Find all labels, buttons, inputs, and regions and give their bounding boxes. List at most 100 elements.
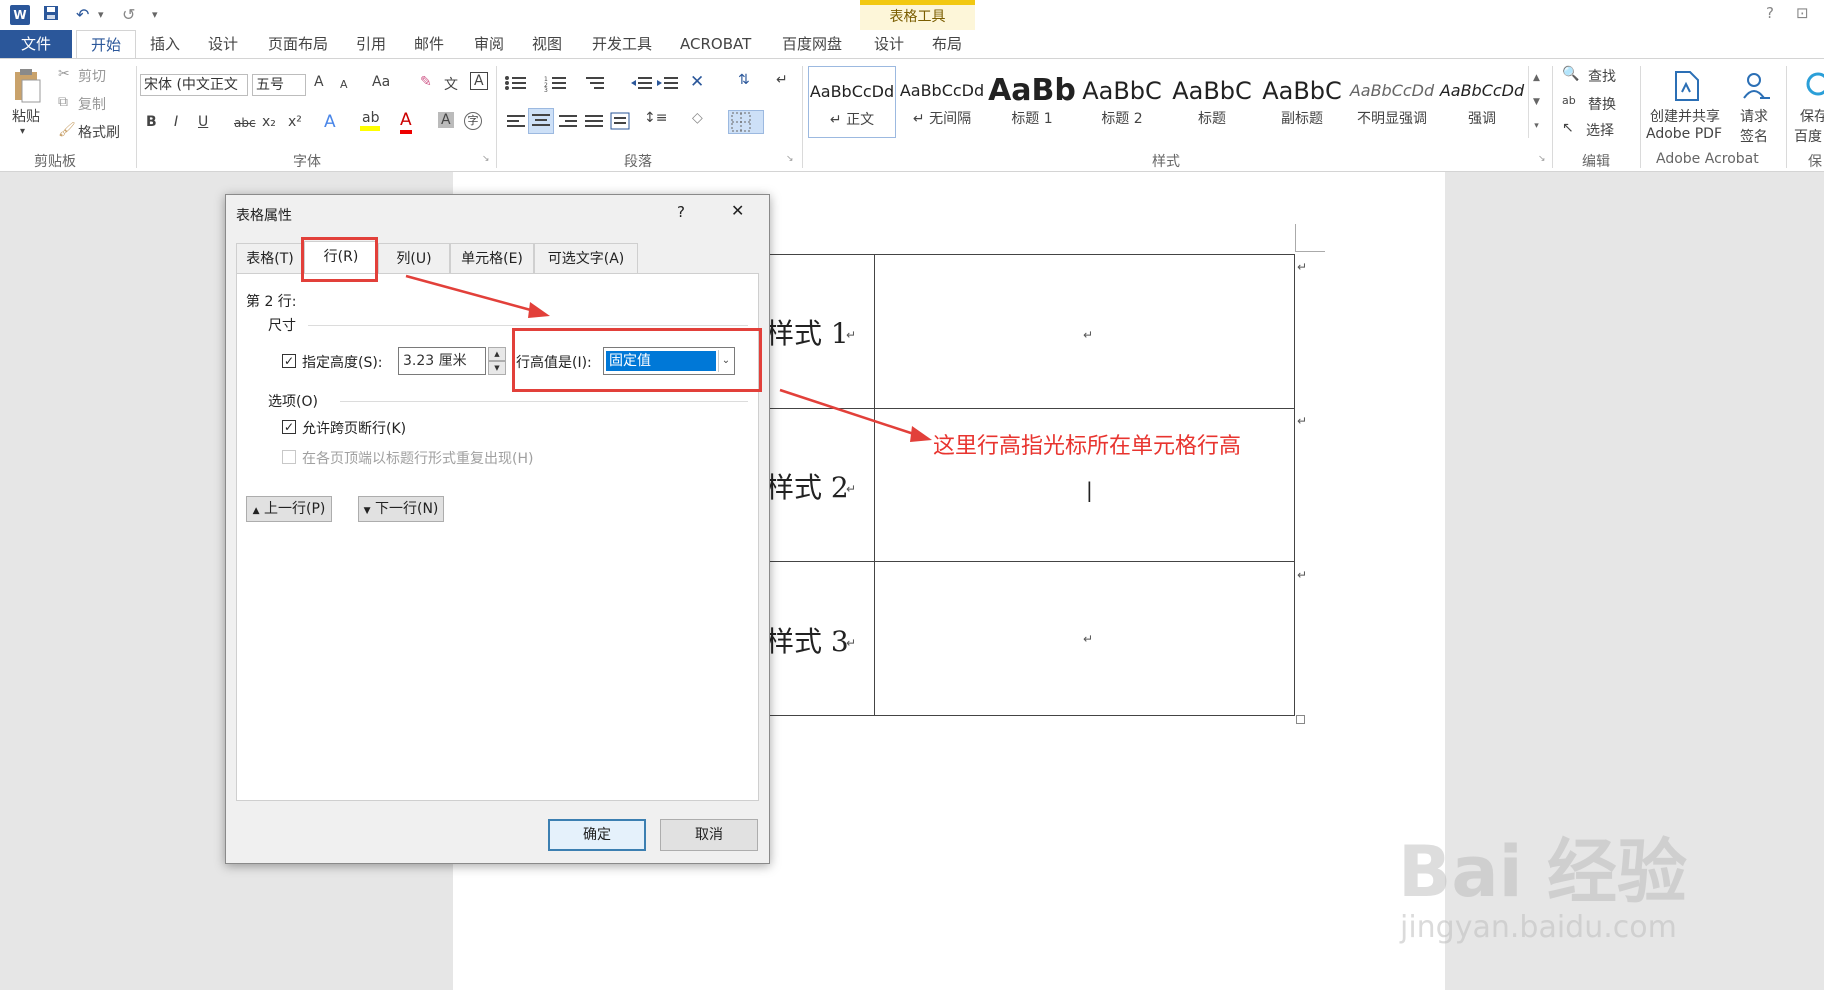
grow-font-button[interactable]: A — [314, 74, 324, 90]
tab-acrobat[interactable]: ACROBAT — [666, 30, 765, 58]
next-row-button[interactable]: ▼ 下一行(N) — [358, 496, 444, 522]
style-heading-2[interactable]: AaBbC 标题 2 — [1078, 66, 1166, 138]
tab-developer[interactable]: 开发工具 — [578, 30, 666, 58]
sort-icon[interactable]: ⇅ — [738, 72, 750, 88]
bullets-icon[interactable] — [504, 74, 528, 96]
tab-review[interactable]: 审阅 — [460, 30, 518, 58]
shrink-font-button[interactable]: A — [340, 78, 348, 91]
multilevel-list-icon[interactable] — [584, 74, 608, 96]
asian-layout-icon[interactable]: ✕ — [690, 72, 704, 92]
borders-button[interactable] — [728, 110, 764, 134]
height-spin-down[interactable]: ▼ — [488, 361, 506, 375]
font-dialog-launcher-icon[interactable]: ↘ — [482, 154, 490, 164]
height-input[interactable]: 3.23 厘米 — [398, 347, 486, 375]
increase-indent-icon[interactable] — [656, 74, 678, 96]
copy-icon[interactable]: ⧉ — [58, 94, 68, 110]
tab-column[interactable]: 列(U) — [378, 243, 450, 273]
line-spacing-icon[interactable]: ↕≡ — [644, 110, 667, 126]
format-painter-button[interactable]: 格式刷 — [78, 122, 120, 142]
baidu-label[interactable]: 百度 — [1794, 126, 1822, 146]
tab-design[interactable]: 设计 — [194, 30, 252, 58]
tab-table[interactable]: 表格(T) — [236, 243, 304, 273]
height-spin-up[interactable]: ▲ — [488, 347, 506, 361]
numbering-icon[interactable]: 123 — [544, 74, 568, 96]
request-sign-icon[interactable] — [1740, 70, 1772, 106]
show-marks-icon[interactable]: ↵ — [776, 72, 788, 88]
cut-icon[interactable]: ✂ — [58, 66, 70, 82]
ribbon-display-button[interactable]: ⊡ — [1796, 4, 1809, 22]
tab-table-design[interactable]: 设计 — [860, 30, 918, 58]
dialog-help-button[interactable]: ? — [677, 203, 685, 221]
tab-references[interactable]: 引用 — [342, 30, 400, 58]
allow-break-checkbox[interactable]: ✓ — [282, 420, 296, 434]
decrease-indent-icon[interactable] — [630, 74, 652, 96]
strikethrough-button[interactable]: abc — [234, 116, 256, 130]
tab-cell[interactable]: 单元格(E) — [450, 243, 534, 273]
italic-button[interactable]: I — [174, 114, 178, 130]
create-share-label[interactable]: 创建并共享 — [1650, 106, 1720, 126]
superscript-button[interactable]: x² — [288, 114, 302, 130]
find-button[interactable]: 查找 — [1588, 66, 1616, 86]
bold-button[interactable]: B — [146, 114, 157, 130]
phonetic-guide-icon[interactable]: 文 — [444, 74, 458, 94]
previous-row-button[interactable]: ▲ 上一行(P) — [246, 496, 332, 522]
tab-mailings[interactable]: 邮件 — [400, 30, 458, 58]
table-resize-handle[interactable] — [1296, 715, 1305, 724]
align-center-button[interactable] — [528, 108, 554, 134]
style-normal[interactable]: AaBbCcDd ↵ 正文 — [808, 66, 896, 138]
cut-button[interactable]: 剪切 — [78, 66, 106, 86]
paste-icon[interactable] — [12, 68, 42, 104]
style-no-spacing[interactable]: AaBbCcDd ↵ 无间隔 — [898, 66, 986, 138]
style-subtle-emphasis[interactable]: AaBbCcDd 不明显强调 — [1348, 66, 1436, 138]
char-border-icon[interactable]: A — [470, 72, 488, 90]
sign-label[interactable]: 签名 — [1740, 126, 1768, 146]
tab-table-layout[interactable]: 布局 — [918, 30, 976, 58]
tab-page-layout[interactable]: 页面布局 — [254, 30, 342, 58]
tab-file[interactable]: 文件 — [0, 30, 72, 58]
font-color-button[interactable]: A — [400, 110, 412, 134]
paragraph-dialog-launcher-icon[interactable]: ↘ — [786, 154, 794, 164]
tab-home[interactable]: 开始 — [76, 30, 137, 59]
dialog-close-button[interactable]: ✕ — [731, 201, 744, 220]
enclose-char-icon[interactable]: 字 — [464, 112, 482, 130]
specify-height-checkbox[interactable]: ✓ — [282, 354, 296, 368]
baidu-save-label[interactable]: 保存 — [1800, 106, 1824, 126]
styles-scroll[interactable]: ▲ ▼ ▾ — [1528, 66, 1544, 138]
request-label[interactable]: 请求 — [1740, 106, 1768, 126]
paste-button[interactable]: 粘贴 — [12, 106, 40, 126]
highlight-icon[interactable]: ab — [362, 110, 379, 126]
replace-button[interactable]: 替换 — [1588, 94, 1616, 114]
styles-dialog-launcher-icon[interactable]: ↘ — [1538, 154, 1546, 164]
tab-view[interactable]: 视图 — [518, 30, 576, 58]
align-left-icon[interactable] — [506, 112, 526, 134]
style-heading-1[interactable]: AaBb 标题 1 — [988, 66, 1076, 138]
justify-icon[interactable] — [584, 112, 604, 134]
font-name-combo[interactable]: 宋体 (中文正文 — [140, 74, 248, 96]
font-size-combo[interactable]: 五号 — [252, 74, 306, 96]
baidu-save-icon[interactable] — [1804, 72, 1824, 104]
style-subtitle[interactable]: AaBbC 副标题 — [1258, 66, 1346, 138]
subscript-button[interactable]: x₂ — [262, 114, 276, 130]
copy-button[interactable]: 复制 — [78, 94, 106, 114]
underline-button[interactable]: U — [198, 114, 208, 130]
shading-icon[interactable]: ◇ — [692, 110, 703, 126]
text-effects-button[interactable]: A — [324, 112, 336, 132]
help-button[interactable]: ? — [1766, 4, 1774, 22]
paste-dropdown-icon[interactable]: ▾ — [20, 126, 25, 137]
repeat-header-checkbox[interactable] — [282, 450, 296, 464]
style-emphasis[interactable]: AaBbCcDd 强调 — [1438, 66, 1526, 138]
change-case-button[interactable]: Aa — [372, 74, 390, 90]
replace-icon[interactable]: ab — [1562, 94, 1576, 107]
create-pdf-icon[interactable] — [1672, 70, 1702, 106]
tab-baidu-netdisk[interactable]: 百度网盘 — [768, 30, 856, 58]
cancel-button[interactable]: 取消 — [660, 819, 758, 851]
select-button[interactable]: 选择 — [1586, 120, 1614, 140]
tab-alt-text[interactable]: 可选文字(A) — [534, 243, 638, 273]
style-title[interactable]: AaBbC 标题 — [1168, 66, 1256, 138]
find-icon[interactable]: 🔍 — [1562, 66, 1579, 82]
format-painter-icon[interactable]: 🖌 — [58, 122, 76, 138]
clear-format-icon[interactable]: ✎ — [420, 74, 432, 90]
ok-button[interactable]: 确定 — [548, 819, 646, 851]
tab-insert[interactable]: 插入 — [136, 30, 194, 58]
adobe-pdf-label[interactable]: Adobe PDF — [1646, 126, 1722, 142]
